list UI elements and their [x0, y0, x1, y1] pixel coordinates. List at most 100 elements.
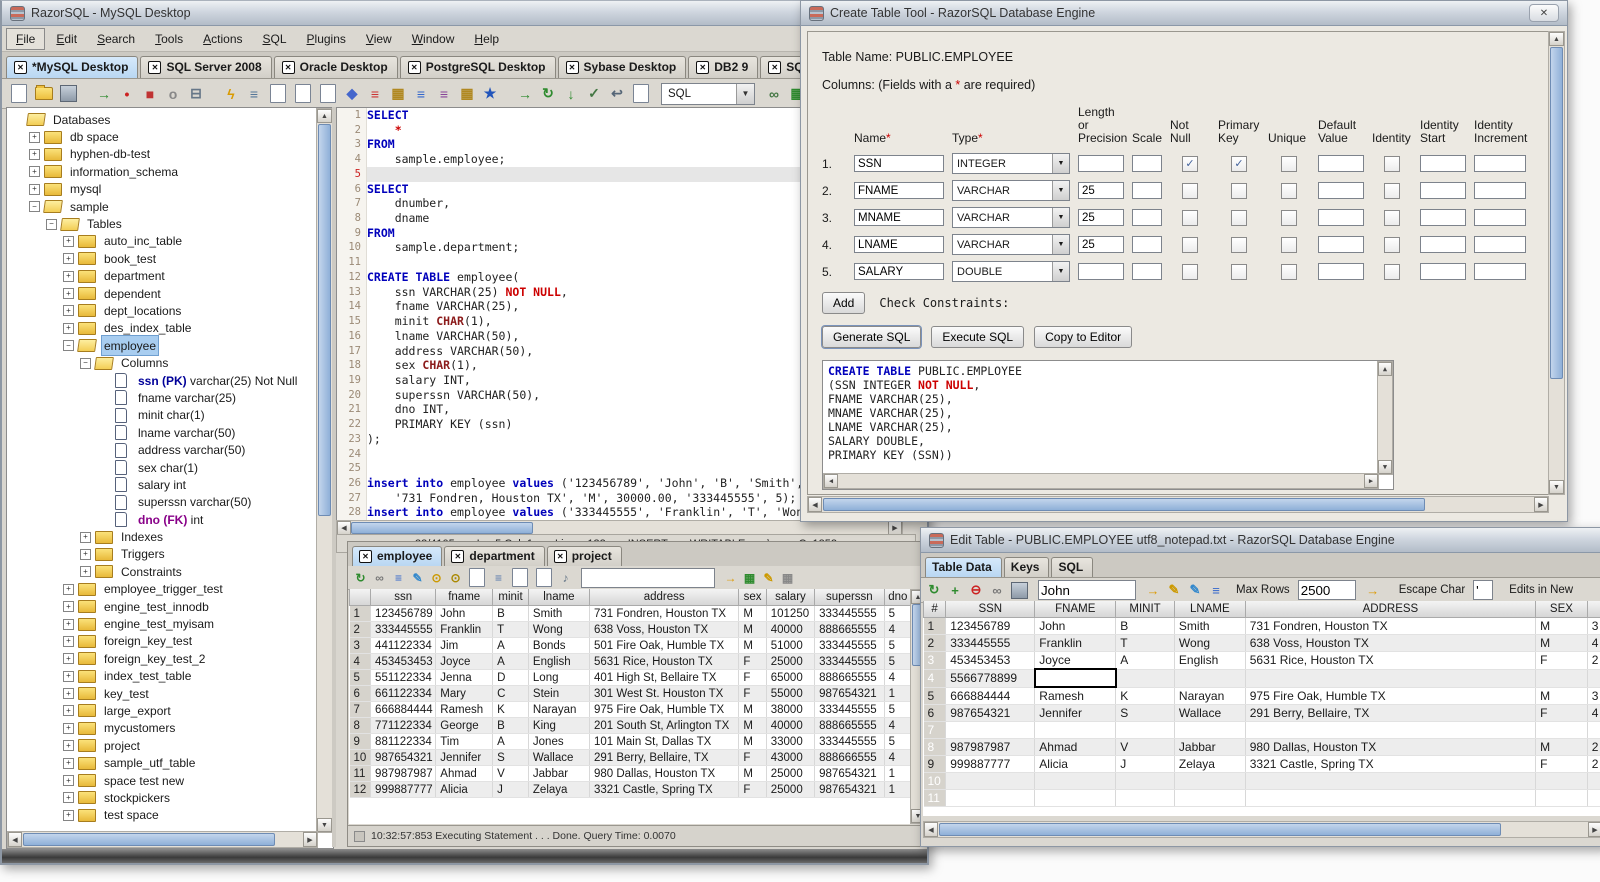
- results-col-address[interactable]: address: [588, 589, 740, 606]
- dialog-horizontal-scrollbar[interactable]: ◀ ▶: [807, 496, 1549, 513]
- unique-checkbox[interactable]: [1281, 182, 1297, 199]
- table-cell[interactable]: 333445555: [814, 653, 885, 670]
- default-value-input[interactable]: [1318, 155, 1364, 172]
- primary-key-checkbox[interactable]: [1231, 263, 1247, 280]
- table-cell[interactable]: 987654321: [814, 765, 885, 782]
- tab-close-icon[interactable]: ✕: [407, 60, 421, 74]
- export-icon[interactable]: [469, 568, 485, 587]
- table-cell[interactable]: M: [738, 605, 767, 622]
- table-cell[interactable]: 301 West St. Houston TX: [589, 685, 740, 702]
- table-cell[interactable]: [1174, 721, 1246, 739]
- row-number-cell[interactable]: 6: [923, 704, 947, 722]
- table-cell[interactable]: 987987987: [370, 765, 437, 782]
- table-cell[interactable]: [1115, 772, 1175, 790]
- table-cell[interactable]: [1174, 772, 1246, 790]
- tree-item-fname-varchar-25[interactable]: fname varchar(25): [8, 389, 317, 406]
- scroll-left-arrow[interactable]: ◀: [8, 832, 22, 847]
- create-dialog-titlebar[interactable]: Create Table Tool - RazorSQL Database En…: [801, 1, 1567, 26]
- row-number-cell[interactable]: 10: [349, 749, 372, 766]
- table-cell[interactable]: 2: [1587, 755, 1600, 773]
- tree-item-lname-varchar-50[interactable]: lname varchar(50): [8, 424, 317, 441]
- row-number-cell[interactable]: 8: [923, 738, 947, 756]
- expand-plus-icon[interactable]: +: [63, 705, 74, 717]
- tab-close-icon[interactable]: ✕: [451, 549, 465, 563]
- unique-checkbox[interactable]: [1281, 236, 1297, 253]
- table-cell[interactable]: [945, 772, 1036, 790]
- tree-item-space-test-new[interactable]: + space test new: [8, 772, 317, 789]
- table-cell[interactable]: B: [492, 717, 529, 734]
- table-cell[interactable]: Jennifer: [435, 749, 494, 766]
- table-cell[interactable]: T: [1115, 634, 1175, 652]
- table-cell[interactable]: V: [492, 765, 529, 782]
- length-input[interactable]: [1078, 209, 1124, 226]
- table-cell[interactable]: F: [1535, 755, 1588, 773]
- preview-icon[interactable]: [270, 84, 286, 103]
- table-cell[interactable]: Long: [528, 669, 590, 686]
- row-number-header[interactable]: [349, 589, 372, 606]
- row-number-cell[interactable]: 9: [923, 755, 947, 773]
- default-value-input[interactable]: [1318, 182, 1364, 199]
- not-null-checkbox[interactable]: [1182, 236, 1198, 253]
- table-cell[interactable]: 999887777: [945, 755, 1036, 773]
- table-cell[interactable]: 4: [884, 749, 912, 766]
- edit-col-sex[interactable]: SEX: [1535, 601, 1588, 618]
- table-cell[interactable]: Alicia: [435, 781, 494, 798]
- results-col-minit[interactable]: minit: [492, 589, 529, 606]
- scroll-left-arrow[interactable]: ◀: [824, 474, 838, 488]
- table-cell[interactable]: 731 Fondren, Houston TX: [589, 605, 740, 622]
- add-row-icon[interactable]: +: [946, 581, 964, 599]
- table-cell[interactable]: 501 Fire Oak, Humble TX: [589, 637, 740, 654]
- view-results-icon[interactable]: ∞: [764, 84, 784, 104]
- tree-item-employee-trigger-test[interactable]: + employee_trigger_test: [8, 581, 317, 598]
- refresh-icon[interactable]: ↻: [352, 569, 369, 586]
- delete-row-icon[interactable]: ⊖: [967, 581, 985, 599]
- row-number-cell[interactable]: 2: [923, 634, 947, 652]
- tree-item-hyphen-db-test[interactable]: + hyphen-db-test: [8, 146, 317, 163]
- table-cell[interactable]: 881122334: [370, 733, 437, 750]
- chevron-down-icon[interactable]: ▼: [736, 83, 754, 104]
- chevron-down-icon[interactable]: ▼: [1052, 208, 1069, 227]
- table-cell[interactable]: Jabbar: [528, 765, 590, 782]
- expand-plus-icon[interactable]: +: [63, 740, 74, 752]
- table-cell[interactable]: 987654321: [945, 704, 1036, 722]
- chevron-down-icon[interactable]: ▼: [1052, 235, 1069, 254]
- reconnect-icon[interactable]: o: [163, 84, 183, 104]
- edit-tab-table-data[interactable]: Table Data: [925, 557, 1002, 577]
- table-cell[interactable]: B: [492, 605, 529, 622]
- table-cell[interactable]: Franklin: [435, 621, 494, 638]
- table-cell[interactable]: 40000: [766, 621, 816, 638]
- table-cell[interactable]: 5: [884, 733, 912, 750]
- edit-col-minit[interactable]: MINIT: [1115, 601, 1175, 618]
- table-cell[interactable]: A: [492, 653, 529, 670]
- table-cell[interactable]: [1587, 669, 1600, 688]
- highlight-icon[interactable]: ✎: [1165, 581, 1183, 599]
- table-cell[interactable]: S: [492, 749, 529, 766]
- menu-item-sql[interactable]: SQL: [254, 29, 296, 49]
- format-sql-icon[interactable]: ≡: [411, 84, 431, 104]
- connection-tab-postgresql-desktop[interactable]: ✕ PostgreSQL Desktop: [399, 56, 556, 78]
- table-cell[interactable]: 291 Berry, Bellaire, TX: [1245, 704, 1537, 722]
- go-icon[interactable]: →: [1364, 581, 1382, 599]
- edit-col-address[interactable]: ADDRESS: [1244, 601, 1537, 618]
- table-cell[interactable]: [1033, 668, 1117, 688]
- identity-start-input[interactable]: [1420, 263, 1466, 280]
- table-cell[interactable]: 888665555: [814, 621, 885, 638]
- filter-icon[interactable]: ≡: [434, 84, 454, 104]
- edit-col-ssn[interactable]: SSN: [945, 601, 1036, 618]
- column-name-input[interactable]: [854, 263, 944, 280]
- escape-char-input[interactable]: [1473, 580, 1494, 600]
- table-cell[interactable]: Joyce: [435, 653, 494, 670]
- expand-plus-icon[interactable]: +: [29, 183, 40, 195]
- scroll-left-arrow[interactable]: ◀: [924, 822, 938, 837]
- table-cell[interactable]: F: [738, 781, 767, 798]
- table-cell[interactable]: 5: [884, 605, 912, 622]
- copy-icon[interactable]: [512, 568, 528, 587]
- results-col-ssn[interactable]: ssn: [370, 589, 437, 606]
- table-cell[interactable]: B: [1115, 617, 1175, 635]
- table-cell[interactable]: D: [492, 669, 529, 686]
- export-icon[interactable]: [295, 84, 311, 103]
- table-cell[interactable]: Stein: [528, 685, 590, 702]
- table-cell[interactable]: Joyce: [1034, 651, 1117, 670]
- sql-mode-dropdown[interactable]: SQL ▼: [661, 82, 755, 105]
- identity-start-input[interactable]: [1420, 155, 1466, 172]
